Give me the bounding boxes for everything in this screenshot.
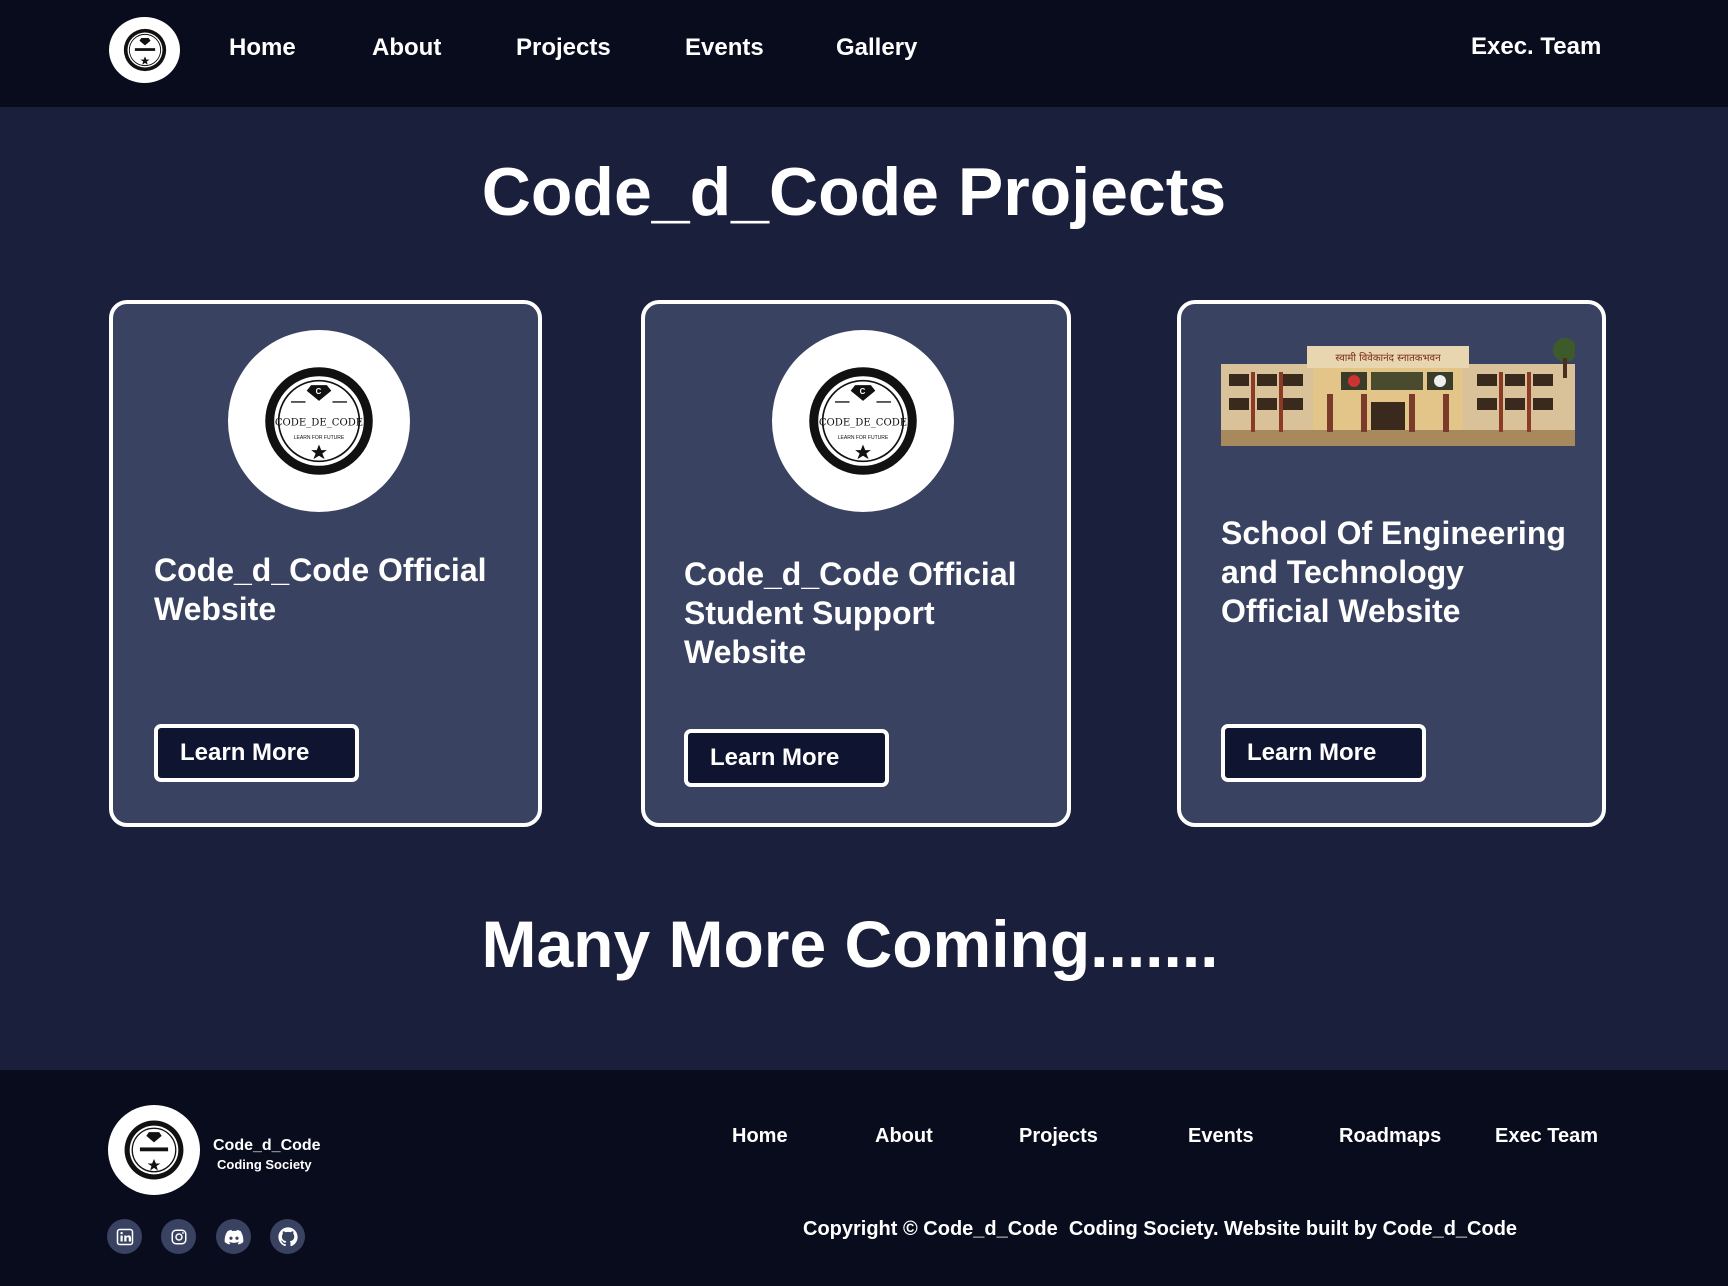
footer-link-about[interactable]: About bbox=[875, 1122, 933, 1150]
nav-projects[interactable]: Projects bbox=[516, 31, 611, 65]
copyright-text: Copyright © Code_d_Code Coding Society. … bbox=[803, 1218, 1518, 1240]
nav-about[interactable]: About bbox=[372, 31, 441, 65]
college-building-image: स्वामी विवेकानंद स्नातकभवन bbox=[1221, 332, 1575, 450]
code-d-code-badge-icon: C CODE_DE_CODE LEARN FOR FUTURE bbox=[265, 367, 373, 475]
nav-gallery[interactable]: Gallery bbox=[836, 31, 917, 65]
instagram-icon[interactable] bbox=[161, 1219, 196, 1254]
project-logo: C CODE_DE_CODE LEARN FOR FUTURE bbox=[228, 330, 410, 512]
svg-text:CODE_DE_CODE: CODE_DE_CODE bbox=[275, 417, 363, 428]
nav-events[interactable]: Events bbox=[685, 31, 764, 65]
learn-more-button[interactable]: Learn More bbox=[684, 729, 889, 787]
nav-home[interactable]: Home bbox=[229, 31, 296, 65]
project-logo: C CODE_DE_CODE LEARN FOR FUTURE bbox=[772, 330, 954, 512]
site-footer: Code_d_Code Coding Society Home About Pr… bbox=[0, 1070, 1728, 1286]
code-d-code-badge-icon bbox=[123, 28, 166, 72]
svg-text:CODE_DE_CODE: CODE_DE_CODE bbox=[819, 417, 907, 428]
project-card-1: C CODE_DE_CODE LEARN FOR FUTURE Code_d_C… bbox=[109, 300, 542, 827]
project-title: School Of Engineering and Technology Off… bbox=[1221, 515, 1566, 629]
code-d-code-badge-icon bbox=[124, 1120, 184, 1180]
site-header: Home About Projects Events Gallery Exec.… bbox=[0, 0, 1728, 107]
discord-icon[interactable] bbox=[216, 1219, 251, 1254]
svg-text:LEARN FOR FUTURE: LEARN FOR FUTURE bbox=[294, 435, 345, 441]
page-title: Code_d_Code Projects bbox=[481, 154, 1227, 230]
footer-link-exec-team[interactable]: Exec Team bbox=[1495, 1122, 1598, 1150]
project-card-3: स्वामी विवेकानंद स्नातकभवन School Of Eng… bbox=[1177, 300, 1606, 827]
project-card-2: C CODE_DE_CODE LEARN FOR FUTURE Code_d_C… bbox=[641, 300, 1071, 827]
footer-link-home[interactable]: Home bbox=[732, 1122, 788, 1150]
footer-link-events[interactable]: Events bbox=[1188, 1122, 1254, 1150]
code-d-code-badge-icon: C CODE_DE_CODE LEARN FOR FUTURE bbox=[809, 367, 917, 475]
project-title: Code_d_Code Official Student Support Web… bbox=[684, 556, 1017, 670]
footer-logo[interactable] bbox=[108, 1105, 200, 1195]
project-title: Code_d_Code Official Website bbox=[154, 552, 487, 627]
linkedin-icon[interactable] bbox=[107, 1219, 142, 1254]
svg-text:C: C bbox=[860, 387, 866, 396]
site-logo[interactable] bbox=[109, 17, 180, 83]
svg-text:LEARN FOR FUTURE: LEARN FOR FUTURE bbox=[838, 435, 889, 441]
coming-soon-heading: Many More Coming....... bbox=[481, 907, 1219, 981]
footer-link-roadmaps[interactable]: Roadmaps bbox=[1339, 1122, 1441, 1150]
footer-link-projects[interactable]: Projects bbox=[1019, 1122, 1098, 1150]
nav-exec-team[interactable]: Exec. Team bbox=[1471, 30, 1601, 64]
svg-text:स्वामी विवेकानंद स्नातकभवन: स्वामी विवेकानंद स्नातकभवन bbox=[1335, 352, 1441, 364]
footer-brand: Code_d_Code bbox=[213, 1137, 321, 1154]
github-icon[interactable] bbox=[270, 1219, 305, 1254]
learn-more-button[interactable]: Learn More bbox=[1221, 724, 1426, 782]
footer-subtitle: Coding Society bbox=[217, 1157, 312, 1172]
svg-text:C: C bbox=[316, 387, 322, 396]
learn-more-button[interactable]: Learn More bbox=[154, 724, 359, 782]
